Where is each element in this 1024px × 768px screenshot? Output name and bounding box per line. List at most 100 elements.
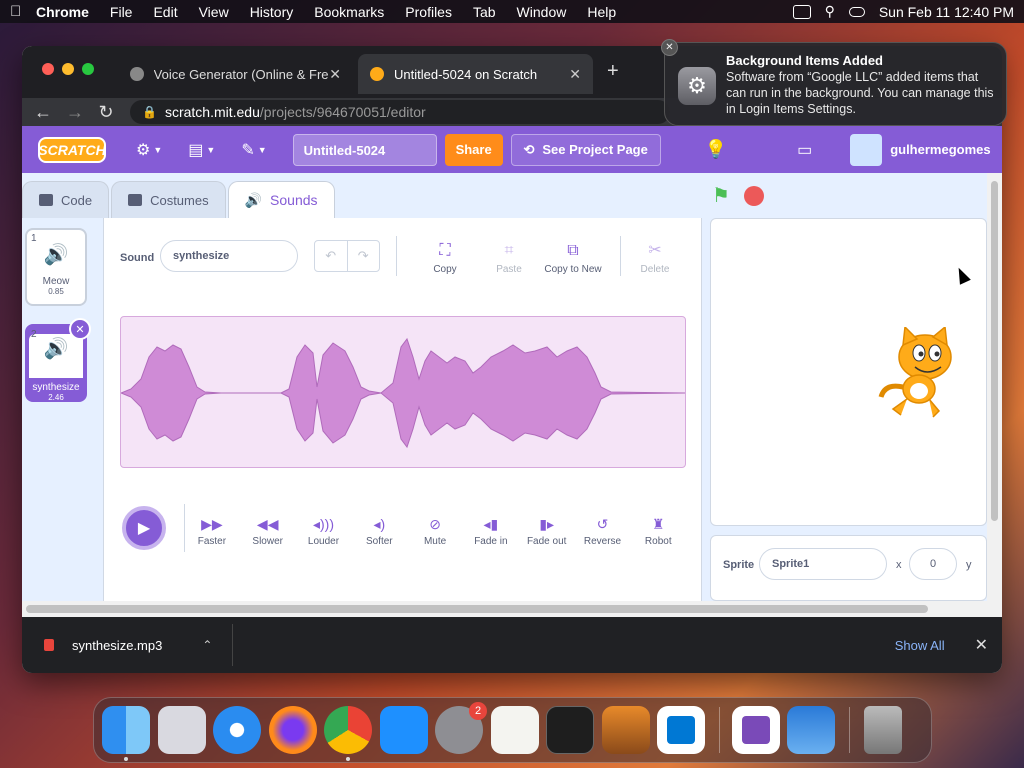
minimize-window-button[interactable] [62, 63, 74, 75]
apple-icon[interactable]:  [10, 3, 36, 20]
spotlight-search-icon[interactable]: ⚲ [825, 3, 835, 20]
stage[interactable] [710, 218, 987, 526]
close-tab-icon[interactable]: ✕ [569, 66, 581, 83]
edit-menu[interactable]: ✎ ▼ [241, 140, 266, 160]
download-filename[interactable]: synthesize.mp3 [72, 638, 162, 653]
app-store-icon[interactable] [379, 706, 428, 754]
chevron-up-icon[interactable]: ⌃ [202, 638, 212, 652]
waveform-view[interactable] [120, 316, 686, 468]
project-title-input[interactable]: Untitled-5024 [292, 133, 437, 166]
lock-icon[interactable]: 🔒 [142, 105, 157, 119]
effect-label: Fade in [474, 536, 508, 547]
green-flag-icon[interactable]: ⚑ [712, 183, 730, 208]
zoom-window-button[interactable] [82, 63, 94, 75]
textedit-icon[interactable] [490, 706, 539, 754]
browser-tab-scratch[interactable]: Untitled-5024 on Scratch ✕ [358, 54, 593, 94]
visual-studio-icon[interactable] [731, 706, 780, 754]
see-project-label: See Project Page [542, 142, 648, 157]
new-tab-button[interactable]: + [607, 60, 619, 83]
tab-costumes[interactable]: Costumes [111, 181, 226, 218]
tab-sounds[interactable]: 🔊 Sounds [227, 181, 335, 218]
menu-profiles[interactable]: Profiles [405, 4, 452, 20]
effect-faster-button[interactable]: ▶▶ Faster [184, 514, 240, 547]
system-settings-icon[interactable]: 2 [435, 702, 487, 754]
url-bar[interactable]: 🔒 scratch.mit.edu /projects/964670051/ed… [130, 100, 670, 124]
avatar[interactable] [850, 133, 883, 166]
copy-button[interactable]: ⛶ Copy [410, 238, 480, 275]
show-all-downloads-link[interactable]: Show All [895, 638, 945, 653]
screen-mirroring-icon[interactable] [792, 4, 811, 19]
firefox-icon[interactable] [268, 706, 317, 754]
launchpad-icon[interactable] [157, 706, 206, 754]
settings-menu[interactable]: ⚙ ▼ [136, 140, 162, 160]
effect-reverse-button[interactable]: ↺ Reverse [575, 514, 631, 547]
terminal-icon[interactable] [546, 706, 594, 754]
chrome-icon[interactable] [324, 706, 372, 761]
close-download-bar-icon[interactable]: ✕ [975, 635, 988, 655]
share-button[interactable]: Share [444, 133, 503, 166]
weather-icon[interactable] [787, 706, 835, 754]
forward-icon[interactable]: → [66, 102, 84, 123]
sound-item-synthesize[interactable]: 2 🔊 synthesize 2.46 ✕ [25, 318, 91, 402]
x-input[interactable]: 0 [909, 548, 957, 580]
back-icon[interactable]: ← [34, 102, 52, 123]
sprite-name-input[interactable]: Sprite1 [759, 548, 887, 580]
tutorials-bulb-icon[interactable]: 💡 [705, 139, 727, 160]
tab-code[interactable]: Code [22, 181, 110, 218]
menu-tab[interactable]: Tab [473, 4, 496, 20]
background-items-notification[interactable]: ✕ ⚙ Background Items Added Software from… [661, 39, 1007, 126]
scratch-logo[interactable]: SCRATCH [38, 136, 106, 163]
file-menu[interactable]: ▤ ▼ [188, 140, 215, 160]
menu-history[interactable]: History [250, 4, 294, 20]
effect-fade-out-button[interactable]: ▮▸ Fade out [519, 514, 575, 547]
menu-app-chrome[interactable]: Chrome [36, 4, 89, 20]
horizontal-scrollbar[interactable] [22, 601, 987, 617]
close-tab-icon[interactable]: ✕ [329, 66, 341, 83]
reload-icon[interactable]: ↻ [98, 102, 114, 123]
copy-to-new-button[interactable]: ⧉ Copy to New [538, 238, 608, 275]
effect-mute-button[interactable]: ⊘ Mute [407, 514, 463, 547]
menu-help[interactable]: Help [587, 4, 616, 20]
see-project-page-button[interactable]: ⟲ See Project Page [510, 133, 661, 166]
safari-icon[interactable] [213, 706, 261, 754]
paste-button[interactable]: ⌗ Paste [474, 238, 544, 275]
menu-file[interactable]: File [110, 4, 133, 20]
effect-softer-button[interactable]: ◂) Softer [351, 514, 407, 547]
sound-name-input[interactable]: synthesize [160, 240, 298, 272]
delete-sound-icon[interactable]: ✕ [69, 318, 91, 340]
close-window-button[interactable] [42, 63, 54, 75]
finder-icon[interactable] [102, 706, 150, 761]
effect-louder-button[interactable]: ◂))) Louder [296, 514, 352, 547]
vertical-scrollbar[interactable] [987, 173, 1002, 617]
play-sound-button[interactable]: ▶ [122, 506, 166, 550]
effect-robot-button[interactable]: ♜ Robot [630, 514, 686, 547]
vscode-icon[interactable] [657, 706, 705, 754]
effect-fade-in-button[interactable]: ◂▮ Fade in [463, 514, 519, 547]
stop-icon[interactable] [743, 185, 764, 206]
username[interactable]: gulhermegomes [890, 142, 990, 157]
menu-view[interactable]: View [199, 4, 229, 20]
trash-icon[interactable] [863, 706, 902, 754]
my-stuff-folder-icon[interactable]: ▭ [797, 140, 812, 160]
delete-button[interactable]: ✂ Delete [620, 238, 690, 275]
sound-item-meow[interactable]: 1 🔊 Meow 0.85 [25, 228, 87, 306]
garageband-icon[interactable] [601, 706, 650, 754]
menu-window[interactable]: Window [517, 4, 567, 20]
scratch-cat-sprite[interactable] [871, 327, 971, 427]
menubar-clock[interactable]: Sun Feb 11 12:40 PM [879, 4, 1014, 20]
menu-edit[interactable]: Edit [153, 4, 177, 20]
scroll-thumb[interactable] [991, 181, 998, 521]
sound-thumb: 2 🔊 [29, 329, 83, 378]
effect-slower-button[interactable]: ◀◀ Slower [240, 514, 296, 547]
sound-effects: ▶▶ Faster ◀◀ Slower ◂))) Louder ◂) Softer ⊘ M… [184, 514, 686, 547]
control-center-icon[interactable] [848, 6, 865, 17]
close-notification-icon[interactable]: ✕ [661, 39, 678, 56]
copy-to-new-icon: ⧉ [567, 242, 579, 259]
scroll-thumb[interactable] [26, 605, 928, 613]
pencil-icon: ✎ [241, 141, 255, 159]
undo-icon[interactable]: ↶ [315, 241, 348, 271]
redo-icon[interactable]: ↷ [348, 241, 380, 271]
browser-tab-voice-generator[interactable]: Voice Generator (Online & Free ✕ [118, 54, 353, 94]
menu-bookmarks[interactable]: Bookmarks [314, 4, 384, 20]
sprite-label: Sprite [723, 559, 755, 571]
